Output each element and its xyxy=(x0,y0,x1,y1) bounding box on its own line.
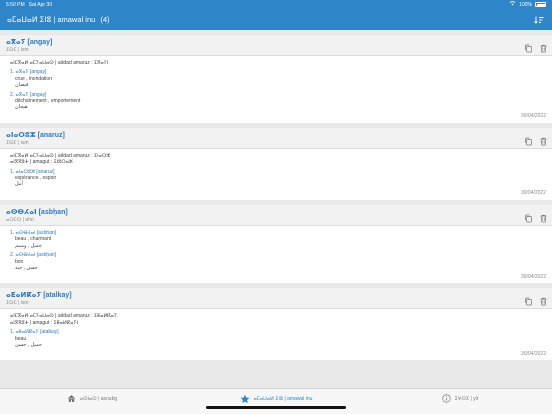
home-icon xyxy=(67,394,76,405)
title-text: ⴰⵎⴰⵡⴰⵍ ⵉⵏⵓ | amawal inu xyxy=(7,15,96,24)
entry-date: 30/04/2022 xyxy=(520,113,546,120)
entry-body: 1. ⴰⵙⴱⵃⴰⵏ [asbḥan] beau , charmant جميل , … xyxy=(0,225,552,284)
entry-word: ⴰⵟⴰⵍⴽⴰⵢ [atalkay] xyxy=(6,292,72,300)
trash-icon[interactable] xyxy=(539,44,548,53)
sort-icon[interactable] xyxy=(533,14,545,26)
entry-pos: ⵉⵙⵎ | ism xyxy=(6,300,29,307)
entry-date: 30/04/2022 xyxy=(520,350,546,357)
entry-pos: ⵉⵙⵎ | ism xyxy=(6,47,29,53)
copy-icon[interactable] xyxy=(524,297,533,306)
entry-header: ⴰⵙⴱⵃⴰⵏ [asbḥan] ⴰⵔⵎⵙ | ahri xyxy=(0,205,552,226)
entry-pos: ⵉⵙⵎ | ism xyxy=(6,139,29,146)
tab-info[interactable]: ⵉⵖⵔⵉ | yir xyxy=(368,389,552,414)
entry-pos: ⴰⵔⵎⵙ | ahri xyxy=(6,216,34,223)
entry-date: 30/04/2022 xyxy=(520,273,546,280)
trash-icon[interactable] xyxy=(539,137,548,146)
copy-icon[interactable] xyxy=(524,44,533,53)
navigation-bar: ⴰⵎⴰⵡⴰⵍ ⵉⵏⵓ | amawal inu (4) xyxy=(0,9,552,30)
tab-label: ⵉⵖⵔⵉ | yir xyxy=(454,396,479,402)
entry-word: ⴰⵏⴰⵔⵓⵣ [anaruz] xyxy=(6,131,65,139)
home-indicator xyxy=(206,406,346,409)
entry-card[interactable]: ⴰⵙⴱⵃⴰⵏ [asbḥan] ⴰⵔⵎⵙ | ahri 1. ⴰⵙⴱⵃⴰⵏ [asb… xyxy=(0,204,552,284)
entry-card[interactable]: ⴰⴳⴰⵢ [angay] ⵉⵙⵎ | ism ⴰⵏⵎⴳⴰⵍ ⴰⵎⵢⴰⵡⴰⵙ | ad… xyxy=(0,35,552,123)
trash-icon[interactable] xyxy=(539,214,548,223)
battery-icon xyxy=(535,2,546,7)
entry-body: ⴰⵏⵎⴳⴰⵍ ⴰⵎⵢⴰⵡⴰⵙ | addad amaruz : ⵉⵏⴰⵔⵣ ⴰⵏⴳ… xyxy=(0,148,552,200)
info-icon xyxy=(441,394,451,405)
wifi-icon xyxy=(509,1,516,8)
status-date: Sat Apr 30 xyxy=(28,1,52,8)
tab-label: ⴰⵎⴰⵡⴰⵍ ⵉⵏⵓ | amawal inu xyxy=(253,396,313,402)
copy-icon[interactable] xyxy=(524,214,533,223)
page-title: ⴰⵎⴰⵡⴰⵍ ⵉⵏⵓ | amawal inu (4) xyxy=(7,15,110,24)
status-bar: 5:50 PM Sat Apr 30 100% xyxy=(0,0,552,9)
entry-word: ⴰⵙⴱⵃⴰⵏ [asbḥan] xyxy=(6,208,68,216)
entry-body: ⴰⵏⵎⴳⴰⵍ ⴰⵎⵢⴰⵡⴰⵙ | addad amaruz : ⵉⴳⴰⵢⵏ 1. … xyxy=(0,56,552,123)
favorites-list: ⴰⴳⴰⵢ [angay] ⵉⵙⵎ | ism ⴰⵏⵎⴳⴰⵍ ⴰⵎⵢⴰⵡⴰⵙ | ad… xyxy=(0,30,552,388)
entry-word: ⴰⴳⴰⵢ [angay] xyxy=(6,39,53,46)
tab-label: ⴰⵙⵏⴰⵙ | asnubg xyxy=(79,396,118,402)
tab-star[interactable]: ⴰⵎⴰⵡⴰⵍ ⵉⵏⵓ | amawal inu xyxy=(184,389,368,414)
entry-date: 30/04/2022 xyxy=(520,190,546,197)
entry-card[interactable]: ⴰⵏⴰⵔⵓⵣ [anaruz] ⵉⵙⵎ | ism ⴰⵏⵎⴳⴰⵍ ⴰⵎⵢⴰⵡⴰⵙ |… xyxy=(0,127,552,200)
entry-card[interactable]: ⴰⵟⴰⵍⴽⴰⵢ [atalkay] ⵉⵙⵎ | ism ⴰⵏⵎⴳⴰⵍ ⴰⵎⵢⴰⵡⴰⵙ… xyxy=(0,288,552,361)
entry-header: ⴰⵏⴰⵔⵓⵣ [anaruz] ⵉⵙⵎ | ism xyxy=(0,128,552,149)
tab-home[interactable]: ⴰⵙⵏⴰⵙ | asnubg xyxy=(0,389,184,414)
entry-header: ⴰⴳⴰⵢ [angay] ⵉⵙⵎ | ism xyxy=(0,35,552,56)
battery-percent: 100% xyxy=(519,1,532,8)
title-count: (4) xyxy=(100,15,110,24)
trash-icon[interactable] xyxy=(539,297,548,306)
entry-body: ⴰⵏⵎⴳⴰⵍ ⴰⵎⵢⴰⵡⴰⵙ | addad amaruz : ⵉⵟⴰⵍⴽⴰⵢ ⴰ… xyxy=(0,309,552,361)
status-time: 5:50 PM xyxy=(6,1,25,8)
tab-bar: ⴰⵙⵏⴰⵙ | asnubg ⴰⵎⴰⵡⴰⵍ ⵉⵏⵓ | amawal inu ⵉⵖⵔ… xyxy=(0,388,552,414)
entry-header: ⴰⵟⴰⵍⴽⴰⵢ [atalkay] ⵉⵙⵎ | ism xyxy=(0,288,552,310)
star-icon xyxy=(240,394,250,406)
copy-icon[interactable] xyxy=(524,137,533,146)
